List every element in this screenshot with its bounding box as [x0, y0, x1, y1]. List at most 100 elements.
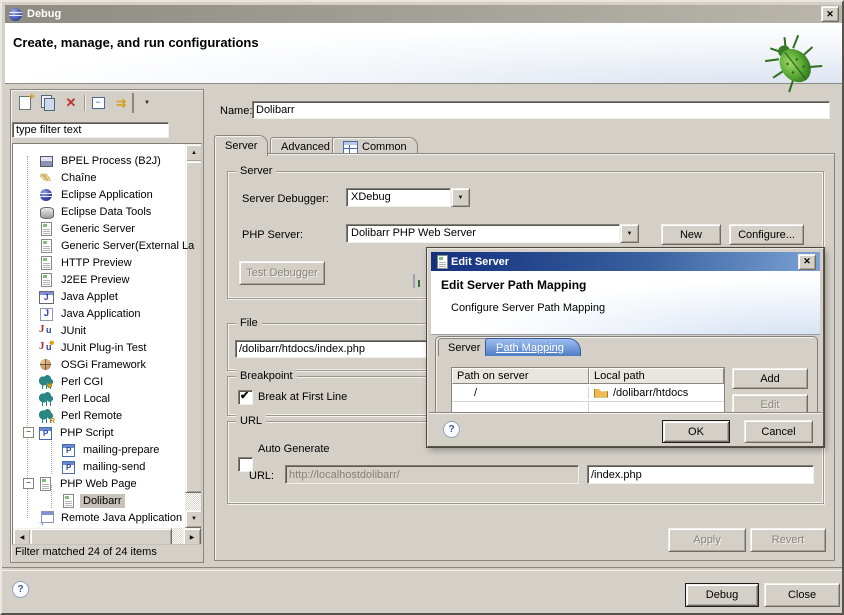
scroll-right-icon[interactable]: ▶: [183, 528, 201, 545]
perl-remote-icon: [39, 409, 54, 423]
tree-item-label: BPEL Process (B2J): [58, 154, 164, 168]
page-title: Create, manage, and run configurations: [13, 35, 259, 50]
edit-server-subheading: Configure Server Path Mapping: [451, 302, 605, 314]
add-mapping-button[interactable]: Add: [732, 368, 808, 389]
php-icon: [38, 426, 53, 440]
tree-item[interactable]: Eclipse Data Tools: [13, 203, 202, 220]
tree-item[interactable]: Generic Server(External La: [13, 237, 202, 254]
tree-item[interactable]: − PHP Web Page: [13, 475, 202, 492]
revert-button[interactable]: Revert: [750, 528, 826, 552]
collapse-toggle[interactable]: −: [23, 478, 34, 489]
toolbar-separator: [84, 95, 85, 111]
chevron-down-icon[interactable]: ▼: [620, 224, 639, 243]
apply-button[interactable]: Apply: [668, 528, 746, 552]
tree-item-label: Java Applet: [58, 290, 121, 304]
break-first-line-label: Break at First Line: [258, 391, 347, 403]
tree-item-label: Perl Local: [58, 392, 113, 406]
menu-dropdown-icon[interactable]: ▼: [137, 93, 157, 113]
url-path-input[interactable]: [587, 465, 814, 484]
server-icon: [39, 222, 54, 236]
tree-item[interactable]: Remote Java Application: [13, 509, 202, 526]
url-base-input[interactable]: [285, 465, 579, 484]
help-icon[interactable]: ?: [12, 581, 29, 598]
eclipse-logo-icon: [9, 8, 22, 21]
tree-item[interactable]: OSGi Framework: [13, 356, 202, 373]
server-debugger-select[interactable]: XDebug ▼: [346, 188, 470, 207]
server-icon: [39, 273, 54, 287]
tree-item[interactable]: Perl Remote: [13, 407, 202, 424]
url-label: URL:: [249, 470, 274, 482]
tree-item-label: PHP Web Page: [57, 477, 140, 491]
tree-item-label: Perl Remote: [58, 409, 125, 423]
test-debugger-button[interactable]: Test Debugger: [239, 261, 325, 285]
tree-item[interactable]: Java Application: [13, 305, 202, 322]
tree-item[interactable]: BPEL Process (B2J): [13, 152, 202, 169]
break-first-line-checkbox[interactable]: [238, 390, 253, 405]
tree-item[interactable]: Dolibarr: [13, 492, 202, 509]
collapse-all-icon[interactable]: [88, 93, 108, 113]
column-header-path-on-server[interactable]: Path on server: [452, 368, 589, 384]
tree-item-label: Chaîne: [58, 171, 99, 185]
ok-button[interactable]: OK: [662, 420, 730, 443]
delete-configuration-icon[interactable]: ✕: [61, 93, 81, 113]
chevron-down-icon[interactable]: ▼: [451, 188, 470, 207]
tree-item[interactable]: Perl CGI: [13, 373, 202, 390]
tree-item[interactable]: mailing-send: [13, 458, 202, 475]
tab-server[interactable]: Server: [214, 135, 268, 156]
perl-cgi-icon: [39, 375, 54, 389]
edit-server-dialog: Edit Server ✕ Edit Server Path Mapping C…: [427, 248, 824, 447]
tree-item-label: Generic Server(External La: [58, 239, 197, 253]
tree-item[interactable]: mailing-prepare: [13, 441, 202, 458]
close-window-icon[interactable]: ✕: [821, 6, 839, 22]
server-tower-image: [413, 274, 415, 288]
tree-item[interactable]: Java Applet: [13, 288, 202, 305]
tree-item[interactable]: Eclipse Application: [13, 186, 202, 203]
tree-horizontal-scrollbar[interactable]: ◀ ▶: [13, 528, 201, 544]
bpel-icon: [39, 154, 54, 168]
configure-button[interactable]: Configure...: [729, 224, 804, 245]
dialog-help-icon[interactable]: ?: [443, 421, 460, 438]
tree-item-label: Generic Server: [58, 222, 138, 236]
debug-button[interactable]: Debug: [685, 583, 759, 607]
auto-generate-label: Auto Generate: [258, 443, 330, 455]
remote-java-icon: [39, 511, 54, 525]
close-button[interactable]: Close: [764, 583, 840, 607]
tree-item[interactable]: −PHP Script: [13, 424, 202, 441]
close-edit-server-icon[interactable]: ✕: [798, 254, 816, 270]
horizontal-scroll-thumb[interactable]: [30, 528, 172, 545]
name-label: Name:: [220, 105, 252, 117]
configuration-tree[interactable]: ▲ ▼ ◀ ▶ BPEL Process (B2J)ChaîneEclipse …: [12, 143, 202, 545]
junit-plugin-icon: [39, 341, 54, 355]
edit-server-titlebar: Edit Server ✕: [431, 252, 820, 271]
scroll-left-icon[interactable]: ◀: [13, 528, 31, 545]
javaapp-icon: [39, 307, 54, 321]
php-server-label: PHP Server:: [242, 229, 303, 241]
new-configuration-icon[interactable]: [15, 93, 35, 113]
tree-item[interactable]: JUnit: [13, 322, 202, 339]
tree-item[interactable]: HTTP Preview: [13, 254, 202, 271]
collapse-toggle[interactable]: −: [23, 427, 34, 438]
table-row[interactable]: / /dolibarr/htdocs: [452, 384, 724, 401]
cancel-button[interactable]: Cancel: [744, 420, 813, 443]
name-input[interactable]: [252, 101, 830, 119]
dialog-tab-path-mapping[interactable]: Path Mapping: [485, 338, 581, 356]
tree-item[interactable]: Chaîne: [13, 169, 202, 186]
table-icon: [343, 141, 358, 154]
applet-icon: [39, 290, 54, 304]
tree-item-label: Remote Java Application: [58, 511, 185, 525]
php-server-select[interactable]: Dolibarr PHP Web Server ▼: [346, 224, 639, 243]
tree-item[interactable]: Generic Server: [13, 220, 202, 237]
dialog-tab-server[interactable]: Server: [438, 338, 490, 356]
filter-input[interactable]: [12, 122, 169, 138]
filter-status: Filter matched 24 of 24 items: [15, 546, 157, 558]
column-header-local-path[interactable]: Local path: [589, 368, 724, 384]
tree-item[interactable]: Perl Local: [13, 390, 202, 407]
tree-item[interactable]: JUnit Plug-in Test: [13, 339, 202, 356]
filter-icon[interactable]: ⇉: [111, 93, 134, 113]
tree-item[interactable]: J2EE Preview: [13, 271, 202, 288]
duplicate-configuration-icon[interactable]: [38, 93, 58, 113]
new-server-button[interactable]: New: [661, 224, 721, 245]
server-icon: [61, 494, 76, 508]
chaine-icon: [39, 171, 54, 185]
perl-icon: [39, 392, 54, 406]
